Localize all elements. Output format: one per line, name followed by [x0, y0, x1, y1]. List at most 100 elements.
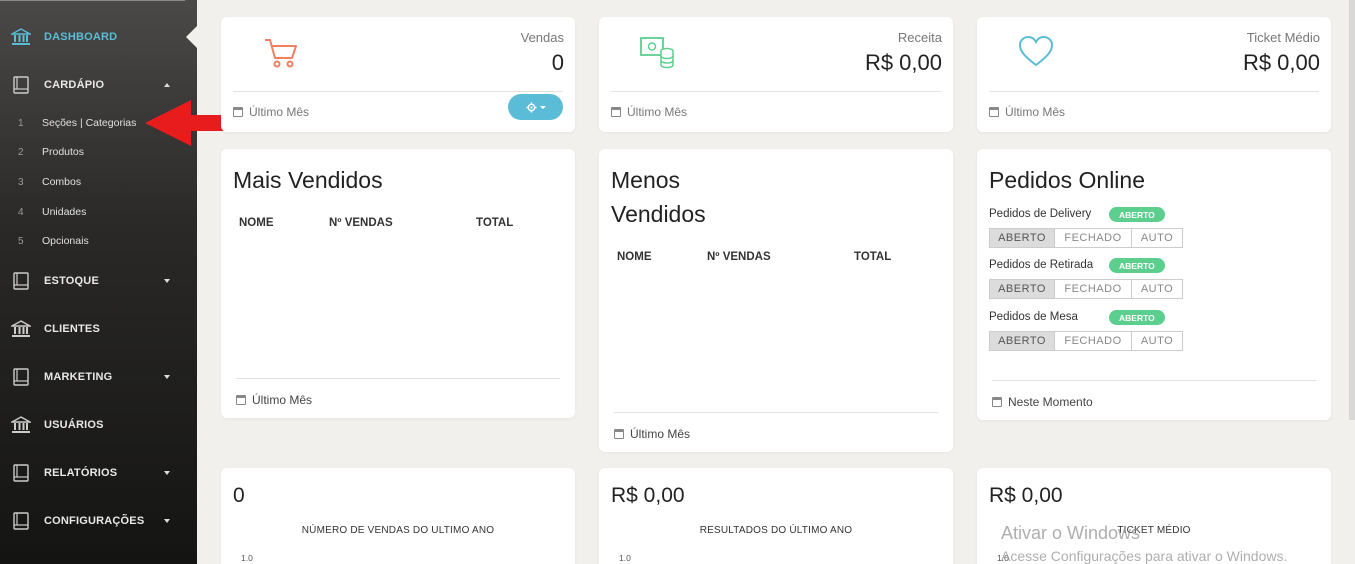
- heart-icon: [1018, 35, 1054, 73]
- bank-icon: [11, 319, 31, 339]
- chevron-up-icon: [164, 83, 170, 87]
- column-header: Nº VENDAS: [329, 217, 393, 229]
- sidebar-item-marketing[interactable]: MARKETING: [0, 362, 197, 392]
- card-divider: [611, 91, 941, 92]
- sidebar-item-clientes[interactable]: CLIENTES: [0, 314, 197, 344]
- pedidos-online-card: Pedidos Online Pedidos de Delivery ABERT…: [977, 149, 1331, 420]
- submenu-label: Produtos: [42, 146, 85, 158]
- sidebar-item-usuarios[interactable]: USUÁRIOS: [0, 410, 197, 440]
- submenu-item-combos[interactable]: 3 Combos: [0, 171, 197, 193]
- retirada-status-toggle: ABERTO FECHADO AUTO: [989, 279, 1183, 299]
- card-footer: Último Mês: [611, 105, 687, 119]
- chevron-down-icon: [164, 375, 170, 379]
- stat-label: Ticket Médio: [1246, 30, 1320, 45]
- chevron-down-icon: [539, 105, 546, 109]
- sidebar-item-label: RELATÓRIOS: [44, 467, 118, 479]
- y-tick-label: 1.0: [241, 553, 253, 563]
- chevron-down-icon: [164, 279, 170, 283]
- book-icon: [11, 271, 31, 291]
- mesa-status-toggle: ABERTO FECHADO AUTO: [989, 331, 1183, 351]
- column-header: NOME: [239, 217, 274, 229]
- windows-activation-title: Ativar o Windows: [1001, 523, 1141, 543]
- calendar-icon: [989, 107, 999, 117]
- option-aberto[interactable]: ABERTO: [990, 332, 1055, 350]
- order-type-label: Pedidos de Retirada: [989, 259, 1094, 271]
- footer-text: Último Mês: [627, 105, 688, 119]
- settings-dropdown-button[interactable]: [508, 94, 563, 120]
- card-divider: [614, 412, 938, 413]
- sidebar-item-label: CARDÁPIO: [44, 79, 105, 91]
- submenu-item-unidades[interactable]: 4 Unidades: [0, 201, 197, 223]
- scrollbar[interactable]: [1349, 0, 1355, 420]
- card-footer: Último Mês: [614, 427, 690, 441]
- active-indicator: [186, 26, 197, 48]
- submenu-label: Combos: [42, 176, 82, 188]
- chevron-down-icon: [164, 519, 170, 523]
- sidebar-item-label: CLIENTES: [44, 323, 100, 335]
- money-icon: [639, 35, 677, 74]
- submenu-item-opcionais[interactable]: 5 Opcionais: [0, 230, 197, 252]
- status-badge: ABERTO: [1109, 207, 1165, 222]
- option-auto[interactable]: AUTO: [1132, 280, 1182, 298]
- status-badge: ABERTO: [1109, 258, 1165, 273]
- sidebar-item-label: MARKETING: [44, 371, 113, 383]
- chevron-down-icon: [164, 471, 170, 475]
- card-title-line: Vendidos: [611, 201, 706, 227]
- cart-icon: [263, 37, 299, 74]
- stat-card-vendas: Vendas 0 Último Mês: [221, 17, 575, 132]
- option-auto[interactable]: AUTO: [1132, 332, 1182, 350]
- option-fechado[interactable]: FECHADO: [1055, 332, 1132, 350]
- option-fechado[interactable]: FECHADO: [1055, 280, 1132, 298]
- chart-total: R$ 0,00: [989, 484, 1063, 507]
- chart-title: NÚMERO DE VENDAS DO ULTIMO ANO: [301, 525, 495, 536]
- submenu-number: 1: [18, 117, 24, 129]
- card-divider: [236, 378, 560, 379]
- submenu-number: 5: [18, 235, 24, 247]
- chart-card-resultados: R$ 0,00 RESULTADOS DO ÚLTIMO ANO 1.0: [599, 468, 953, 564]
- gear-icon: [525, 101, 537, 113]
- sidebar-item-cardapio[interactable]: CARDÁPIO: [0, 70, 197, 100]
- sidebar-item-label: CONFIGURAÇÕES: [44, 515, 145, 527]
- stat-label: Vendas: [520, 30, 564, 45]
- card-title: Mais Vendidos: [233, 167, 383, 193]
- stat-value: R$ 0,00: [1242, 50, 1320, 75]
- y-tick-label: 1.0: [619, 553, 631, 563]
- calendar-icon: [614, 429, 624, 439]
- chart-card-vendas: 0 NÚMERO DE VENDAS DO ULTIMO ANO 1.0: [221, 468, 575, 564]
- option-aberto[interactable]: ABERTO: [990, 229, 1055, 247]
- option-fechado[interactable]: FECHADO: [1055, 229, 1132, 247]
- card-footer: Último Mês: [989, 105, 1065, 119]
- sidebar-item-relatorios[interactable]: RELATÓRIOS: [0, 458, 197, 488]
- status-badge: ABERTO: [1109, 310, 1165, 325]
- submenu-label: Opcionais: [42, 235, 89, 247]
- chart-total: R$ 0,00: [611, 484, 685, 507]
- card-footer: Último Mês: [233, 105, 309, 119]
- stat-value: 0: [551, 50, 564, 75]
- footer-text: Último Mês: [630, 427, 691, 441]
- sidebar-top-divider: [0, 0, 185, 1]
- order-type-label: Pedidos de Delivery: [989, 208, 1092, 220]
- submenu-number: 3: [18, 176, 24, 188]
- sidebar-item-label: USUÁRIOS: [44, 419, 104, 431]
- card-footer: Neste Momento: [992, 395, 1093, 409]
- sidebar-item-configuracoes[interactable]: CONFIGURAÇÕES: [0, 506, 197, 536]
- footer-text: Neste Momento: [1008, 395, 1093, 409]
- footer-text: Último Mês: [252, 393, 313, 407]
- footer-text: Último Mês: [249, 105, 310, 119]
- submenu-label: Unidades: [42, 206, 87, 218]
- bank-icon: [11, 415, 31, 435]
- book-icon: [11, 511, 31, 531]
- book-icon: [11, 75, 31, 95]
- sidebar-item-estoque[interactable]: ESTOQUE: [0, 266, 197, 296]
- sidebar-item-dashboard[interactable]: DASHBOARD: [0, 22, 197, 52]
- option-aberto[interactable]: ABERTO: [990, 280, 1055, 298]
- chart-total: 0: [233, 484, 245, 507]
- option-auto[interactable]: AUTO: [1132, 229, 1182, 247]
- submenu-number: 4: [18, 206, 24, 218]
- card-title-line: Menos: [611, 167, 681, 193]
- bank-icon: [11, 27, 31, 47]
- column-header: TOTAL: [476, 217, 514, 229]
- calendar-icon: [236, 395, 246, 405]
- submenu-number: 2: [18, 146, 24, 158]
- stat-card-ticket-medio: Ticket Médio R$ 0,00 Último Mês: [977, 17, 1331, 132]
